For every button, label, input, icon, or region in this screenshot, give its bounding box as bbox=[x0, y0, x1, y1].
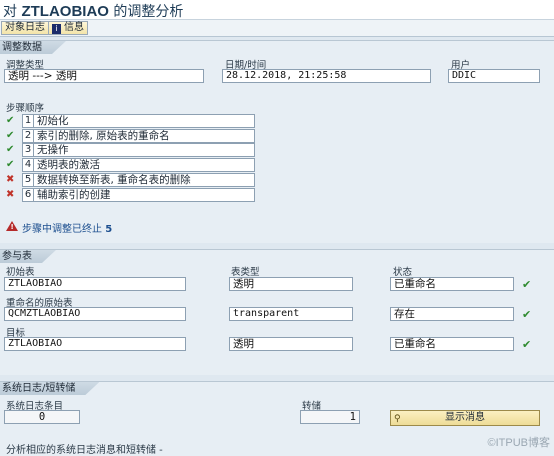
object-log-label: 对象日志 bbox=[5, 22, 45, 33]
step-error-icon: ✖ bbox=[6, 189, 15, 200]
step-ok-icon: ✔ bbox=[6, 159, 15, 170]
object-log-button[interactable]: 对象日志 bbox=[1, 21, 49, 35]
datetime-field[interactable]: 28.12.2018, 21:25:58 bbox=[222, 69, 431, 83]
initial-table-label: 初始表 bbox=[6, 267, 35, 278]
termination-message: 步骤中调整已终止 5 bbox=[22, 220, 112, 235]
steps-label: 步骤顺序 bbox=[6, 103, 45, 114]
show-messages-button[interactable]: ⚲ 显示消息 bbox=[390, 410, 540, 426]
step-text: 索引的删除, 原始表的重命名 bbox=[34, 129, 255, 143]
page-title: 对 ZTLAOBIAO 的调整分析 bbox=[3, 1, 183, 21]
title-suffix: 的调整分析 bbox=[113, 4, 184, 20]
syslog-tab: 系统日志/短转储 bbox=[0, 382, 99, 395]
toolbar: 对象日志 i 信息 bbox=[0, 20, 554, 37]
check-icon: ✔ bbox=[522, 308, 532, 321]
status-label: 状态 bbox=[393, 267, 413, 278]
step-ok-icon: ✔ bbox=[6, 130, 15, 141]
step-text: 透明表的激活 bbox=[34, 158, 255, 172]
syslog-entries-field[interactable]: 0 bbox=[4, 410, 80, 424]
target-table-status-field[interactable]: 已重命名 bbox=[390, 337, 514, 351]
step-text: 数据转换至新表, 重命名表的删除 bbox=[34, 173, 255, 187]
step-number: 6 bbox=[22, 188, 34, 202]
user-field[interactable]: DDIC bbox=[448, 69, 540, 83]
show-messages-label: 显示消息 bbox=[445, 412, 485, 423]
step-number: 2 bbox=[22, 129, 34, 143]
termination-step: 5 bbox=[105, 224, 113, 235]
renamed-table-field[interactable]: QCMZTLAOBIAO bbox=[4, 307, 186, 321]
syslog-footer-text: 分析相应的系统日志消息和短转储 - bbox=[6, 445, 163, 456]
initial-table-type-field[interactable]: 透明 bbox=[229, 277, 353, 291]
info-button[interactable]: i 信息 bbox=[48, 21, 88, 35]
step-text: 初始化 bbox=[34, 114, 255, 128]
title-bar: 对 ZTLAOBIAO 的调整分析 bbox=[0, 0, 554, 20]
step-number: 4 bbox=[22, 158, 34, 172]
adjust-data-tab: 调整数据 bbox=[0, 41, 66, 54]
warning-exclamation: ! bbox=[10, 223, 14, 231]
termination-message-text: 步骤中调整已终止 bbox=[22, 224, 102, 235]
title-object: ZTLAOBIAO bbox=[21, 3, 109, 20]
info-label: 信息 bbox=[64, 22, 84, 33]
step-number: 1 bbox=[22, 114, 34, 128]
step-text: 辅助索引的创建 bbox=[34, 188, 255, 202]
lamp-icon: ⚲ bbox=[394, 414, 401, 424]
watermark: ©ITPUB博客 bbox=[487, 437, 551, 449]
renamed-table-status-field[interactable]: 存在 bbox=[390, 307, 514, 321]
table-type-label: 表类型 bbox=[231, 267, 260, 278]
step-text: 无操作 bbox=[34, 143, 255, 157]
step-ok-icon: ✔ bbox=[6, 115, 15, 126]
tables-tab: 参与表 bbox=[0, 250, 56, 263]
dump-field[interactable]: 1 bbox=[300, 410, 360, 424]
info-icon: i bbox=[52, 24, 61, 34]
step-error-icon: ✖ bbox=[6, 174, 15, 185]
title-prefix: 对 bbox=[3, 4, 17, 20]
renamed-table-type-field[interactable]: transparent bbox=[229, 307, 353, 321]
step-ok-icon: ✔ bbox=[6, 144, 15, 155]
step-number: 3 bbox=[22, 143, 34, 157]
check-icon: ✔ bbox=[522, 338, 532, 351]
target-table-field[interactable]: ZTLAOBIAO bbox=[4, 337, 186, 351]
initial-table-status-field[interactable]: 已重命名 bbox=[390, 277, 514, 291]
adjust-type-field[interactable]: 透明 ---> 透明 bbox=[4, 69, 204, 83]
check-icon: ✔ bbox=[522, 278, 532, 291]
step-number: 5 bbox=[22, 173, 34, 187]
target-table-type-field[interactable]: 透明 bbox=[229, 337, 353, 351]
initial-table-field[interactable]: ZTLAOBIAO bbox=[4, 277, 186, 291]
